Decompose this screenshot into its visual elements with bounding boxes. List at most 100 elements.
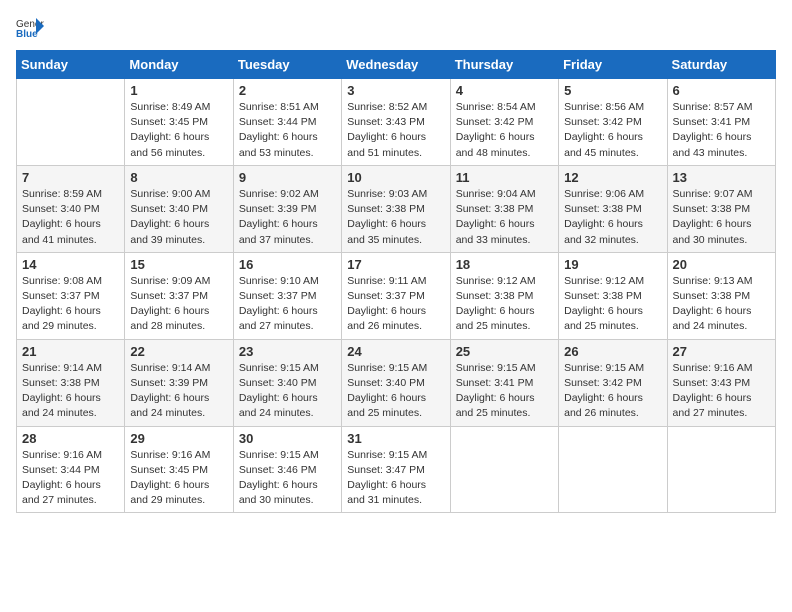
svg-text:Blue: Blue bbox=[16, 29, 38, 38]
day-number: 11 bbox=[456, 170, 553, 185]
logo-icon: General Blue bbox=[16, 16, 44, 38]
day-number: 13 bbox=[673, 170, 770, 185]
weekday-header-friday: Friday bbox=[559, 51, 667, 79]
day-info: Sunrise: 9:06 AM Sunset: 3:38 PM Dayligh… bbox=[564, 187, 661, 248]
calendar-cell: 8Sunrise: 9:00 AM Sunset: 3:40 PM Daylig… bbox=[125, 165, 233, 252]
calendar-week-1: 1 Sunrise: 8:49 AM Sunset: 3:45 PM Daylig… bbox=[17, 79, 776, 166]
weekday-header-thursday: Thursday bbox=[450, 51, 558, 79]
day-info: Sunrise: 9:04 AM Sunset: 3:38 PM Dayligh… bbox=[456, 187, 553, 248]
calendar-cell bbox=[667, 426, 775, 513]
day-number: 22 bbox=[130, 344, 227, 359]
weekday-header-saturday: Saturday bbox=[667, 51, 775, 79]
day-number: 9 bbox=[239, 170, 336, 185]
day-number: 19 bbox=[564, 257, 661, 272]
day-number: 25 bbox=[456, 344, 553, 359]
day-number: 18 bbox=[456, 257, 553, 272]
day-info: Sunrise: 9:08 AM Sunset: 3:37 PM Dayligh… bbox=[22, 274, 119, 335]
calendar-cell: 31 Sunrise: 9:15 AM Sunset: 3:47 PM Dayli… bbox=[342, 426, 450, 513]
calendar-cell: 28Sunrise: 9:16 AM Sunset: 3:44 PM Dayli… bbox=[17, 426, 125, 513]
calendar-cell: 20 Sunrise: 9:13 AM Sunset: 3:38 PM Dayli… bbox=[667, 252, 775, 339]
day-info: Sunrise: 8:51 AM Sunset: 3:44 PM Dayligh… bbox=[239, 100, 336, 161]
calendar-cell: 22 Sunrise: 9:14 AM Sunset: 3:39 PM Dayli… bbox=[125, 339, 233, 426]
calendar-cell: 7Sunrise: 8:59 AM Sunset: 3:40 PM Daylig… bbox=[17, 165, 125, 252]
day-number: 17 bbox=[347, 257, 444, 272]
day-number: 21 bbox=[22, 344, 119, 359]
calendar-cell: 18 Sunrise: 9:12 AM Sunset: 3:38 PM Dayli… bbox=[450, 252, 558, 339]
weekday-header-row: SundayMondayTuesdayWednesdayThursdayFrid… bbox=[17, 51, 776, 79]
day-info: Sunrise: 9:00 AM Sunset: 3:40 PM Dayligh… bbox=[130, 187, 227, 248]
calendar-cell: 11 Sunrise: 9:04 AM Sunset: 3:38 PM Dayli… bbox=[450, 165, 558, 252]
day-info: Sunrise: 9:16 AM Sunset: 3:44 PM Dayligh… bbox=[22, 448, 119, 509]
day-info: Sunrise: 9:14 AM Sunset: 3:39 PM Dayligh… bbox=[130, 361, 227, 422]
day-number: 1 bbox=[130, 83, 227, 98]
calendar-cell: 15 Sunrise: 9:09 AM Sunset: 3:37 PM Dayli… bbox=[125, 252, 233, 339]
calendar-table: SundayMondayTuesdayWednesdayThursdayFrid… bbox=[16, 50, 776, 513]
day-number: 20 bbox=[673, 257, 770, 272]
calendar-week-3: 14Sunrise: 9:08 AM Sunset: 3:37 PM Dayli… bbox=[17, 252, 776, 339]
calendar-cell: 26Sunrise: 9:15 AM Sunset: 3:42 PM Dayli… bbox=[559, 339, 667, 426]
calendar-cell: 12 Sunrise: 9:06 AM Sunset: 3:38 PM Dayli… bbox=[559, 165, 667, 252]
day-info: Sunrise: 9:15 AM Sunset: 3:41 PM Dayligh… bbox=[456, 361, 553, 422]
day-info: Sunrise: 8:52 AM Sunset: 3:43 PM Dayligh… bbox=[347, 100, 444, 161]
day-info: Sunrise: 8:54 AM Sunset: 3:42 PM Dayligh… bbox=[456, 100, 553, 161]
day-number: 27 bbox=[673, 344, 770, 359]
weekday-header-sunday: Sunday bbox=[17, 51, 125, 79]
day-info: Sunrise: 9:03 AM Sunset: 3:38 PM Dayligh… bbox=[347, 187, 444, 248]
calendar-cell: 2 Sunrise: 8:51 AM Sunset: 3:44 PM Daylig… bbox=[233, 79, 341, 166]
day-info: Sunrise: 9:07 AM Sunset: 3:38 PM Dayligh… bbox=[673, 187, 770, 248]
day-number: 6 bbox=[673, 83, 770, 98]
day-info: Sunrise: 9:02 AM Sunset: 3:39 PM Dayligh… bbox=[239, 187, 336, 248]
day-number: 29 bbox=[130, 431, 227, 446]
calendar-cell: 27 Sunrise: 9:16 AM Sunset: 3:43 PM Dayli… bbox=[667, 339, 775, 426]
day-info: Sunrise: 9:15 AM Sunset: 3:47 PM Dayligh… bbox=[347, 448, 444, 509]
day-info: Sunrise: 9:15 AM Sunset: 3:40 PM Dayligh… bbox=[347, 361, 444, 422]
calendar-cell: 14Sunrise: 9:08 AM Sunset: 3:37 PM Dayli… bbox=[17, 252, 125, 339]
calendar-cell: 24 Sunrise: 9:15 AM Sunset: 3:40 PM Dayli… bbox=[342, 339, 450, 426]
calendar-cell: 19 Sunrise: 9:12 AM Sunset: 3:38 PM Dayli… bbox=[559, 252, 667, 339]
weekday-header-monday: Monday bbox=[125, 51, 233, 79]
day-info: Sunrise: 9:14 AM Sunset: 3:38 PM Dayligh… bbox=[22, 361, 119, 422]
day-info: Sunrise: 9:15 AM Sunset: 3:40 PM Dayligh… bbox=[239, 361, 336, 422]
day-number: 15 bbox=[130, 257, 227, 272]
day-number: 2 bbox=[239, 83, 336, 98]
day-number: 3 bbox=[347, 83, 444, 98]
day-number: 30 bbox=[239, 431, 336, 446]
day-info: Sunrise: 9:16 AM Sunset: 3:43 PM Dayligh… bbox=[673, 361, 770, 422]
day-info: Sunrise: 8:59 AM Sunset: 3:40 PM Dayligh… bbox=[22, 187, 119, 248]
day-info: Sunrise: 8:49 AM Sunset: 3:45 PM Dayligh… bbox=[130, 100, 227, 161]
day-info: Sunrise: 9:09 AM Sunset: 3:37 PM Dayligh… bbox=[130, 274, 227, 335]
calendar-cell: 1 Sunrise: 8:49 AM Sunset: 3:45 PM Daylig… bbox=[125, 79, 233, 166]
day-number: 5 bbox=[564, 83, 661, 98]
day-info: Sunrise: 9:15 AM Sunset: 3:46 PM Dayligh… bbox=[239, 448, 336, 509]
day-info: Sunrise: 9:12 AM Sunset: 3:38 PM Dayligh… bbox=[456, 274, 553, 335]
calendar-cell: 4 Sunrise: 8:54 AM Sunset: 3:42 PM Daylig… bbox=[450, 79, 558, 166]
calendar-cell: 17Sunrise: 9:11 AM Sunset: 3:37 PM Dayli… bbox=[342, 252, 450, 339]
calendar-cell: 16Sunrise: 9:10 AM Sunset: 3:37 PM Dayli… bbox=[233, 252, 341, 339]
calendar-cell: 29 Sunrise: 9:16 AM Sunset: 3:45 PM Dayli… bbox=[125, 426, 233, 513]
calendar-cell: 13 Sunrise: 9:07 AM Sunset: 3:38 PM Dayli… bbox=[667, 165, 775, 252]
day-number: 31 bbox=[347, 431, 444, 446]
calendar-body: 1 Sunrise: 8:49 AM Sunset: 3:45 PM Daylig… bbox=[17, 79, 776, 513]
weekday-header-tuesday: Tuesday bbox=[233, 51, 341, 79]
day-info: Sunrise: 9:16 AM Sunset: 3:45 PM Dayligh… bbox=[130, 448, 227, 509]
day-number: 4 bbox=[456, 83, 553, 98]
calendar-week-2: 7Sunrise: 8:59 AM Sunset: 3:40 PM Daylig… bbox=[17, 165, 776, 252]
calendar-cell: 23 Sunrise: 9:15 AM Sunset: 3:40 PM Dayli… bbox=[233, 339, 341, 426]
day-info: Sunrise: 9:10 AM Sunset: 3:37 PM Dayligh… bbox=[239, 274, 336, 335]
calendar-cell: 21 Sunrise: 9:14 AM Sunset: 3:38 PM Dayli… bbox=[17, 339, 125, 426]
calendar-cell bbox=[559, 426, 667, 513]
calendar-cell: 30 Sunrise: 9:15 AM Sunset: 3:46 PM Dayli… bbox=[233, 426, 341, 513]
day-number: 12 bbox=[564, 170, 661, 185]
calendar-cell: 5Sunrise: 8:56 AM Sunset: 3:42 PM Daylig… bbox=[559, 79, 667, 166]
day-info: Sunrise: 9:12 AM Sunset: 3:38 PM Dayligh… bbox=[564, 274, 661, 335]
calendar-cell: 10Sunrise: 9:03 AM Sunset: 3:38 PM Dayli… bbox=[342, 165, 450, 252]
calendar-week-4: 21 Sunrise: 9:14 AM Sunset: 3:38 PM Dayli… bbox=[17, 339, 776, 426]
calendar-cell: 9 Sunrise: 9:02 AM Sunset: 3:39 PM Daylig… bbox=[233, 165, 341, 252]
calendar-cell: 25 Sunrise: 9:15 AM Sunset: 3:41 PM Dayli… bbox=[450, 339, 558, 426]
day-info: Sunrise: 9:13 AM Sunset: 3:38 PM Dayligh… bbox=[673, 274, 770, 335]
calendar-cell bbox=[450, 426, 558, 513]
day-number: 23 bbox=[239, 344, 336, 359]
day-number: 24 bbox=[347, 344, 444, 359]
calendar-cell: 6Sunrise: 8:57 AM Sunset: 3:41 PM Daylig… bbox=[667, 79, 775, 166]
calendar-week-5: 28Sunrise: 9:16 AM Sunset: 3:44 PM Dayli… bbox=[17, 426, 776, 513]
